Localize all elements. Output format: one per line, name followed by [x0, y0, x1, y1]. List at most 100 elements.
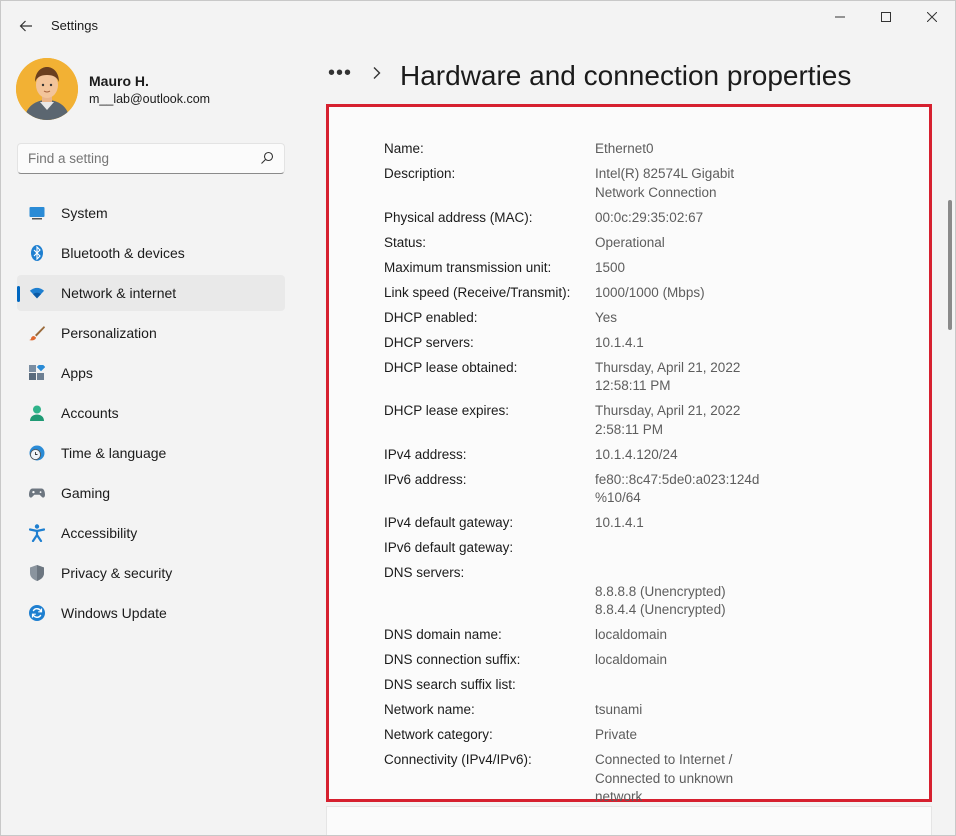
- title-bar: Settings: [0, 0, 956, 48]
- property-value[interactable]: fe80::8c47:5de0:a023:124d %10/64: [595, 471, 765, 508]
- property-label: DNS search suffix list:: [384, 677, 516, 692]
- sidebar-item-label: Apps: [61, 365, 93, 381]
- property-row: DHCP enabled: Yes: [384, 309, 904, 328]
- property-label: IPv4 address:: [384, 446, 467, 462]
- avatar-illustration: [16, 58, 78, 120]
- property-row: Name: Ethernet0: [384, 140, 904, 159]
- search-icon[interactable]: [260, 151, 274, 165]
- property-row: DHCP servers: 10.1.4.1: [384, 334, 904, 353]
- sidebar-item-privacy[interactable]: Privacy & security: [17, 555, 285, 591]
- property-value[interactable]: tsunami: [595, 701, 765, 720]
- property-label: IPv6 default gateway:: [384, 540, 514, 555]
- chevron-right-icon: [373, 67, 381, 79]
- scrollbar-thumb[interactable]: [948, 200, 952, 330]
- accessibility-icon: [29, 524, 45, 542]
- property-label: DNS domain name:: [384, 627, 502, 642]
- sidebar-item-label: Privacy & security: [61, 565, 173, 581]
- search-box[interactable]: [17, 143, 285, 174]
- property-value[interactable]: 10.1.4.1: [595, 334, 765, 353]
- sidebar-item-accounts[interactable]: Accounts: [17, 395, 285, 431]
- property-row: DNS connection suffix: localdomain: [384, 651, 904, 670]
- sidebar-item-label: Personalization: [61, 325, 157, 341]
- page-title: Hardware and connection properties: [400, 60, 852, 91]
- property-value[interactable]: 8.8.8.8 (Unencrypted) 8.8.4.4 (Unencrypt…: [595, 564, 765, 620]
- property-label: Physical address (MAC):: [384, 209, 533, 225]
- property-label: DHCP enabled:: [384, 309, 478, 325]
- clock-globe-icon: [29, 445, 45, 461]
- sidebar-item-label: Time & language: [61, 445, 167, 461]
- property-value[interactable]: 10.1.4.120/24: [595, 446, 765, 465]
- property-row: IPv4 address: 10.1.4.120/24: [384, 446, 904, 465]
- property-value[interactable]: localdomain: [595, 651, 765, 670]
- property-label: DHCP servers:: [384, 334, 474, 350]
- user-profile[interactable]: Mauro H. m__lab@outlook.com: [16, 58, 286, 120]
- back-arrow-icon: [19, 20, 32, 32]
- sidebar-item-personalization[interactable]: Personalization: [17, 315, 285, 351]
- property-row: DNS servers: 8.8.8.8 (Unencrypted) 8.8.4…: [384, 564, 904, 620]
- property-value[interactable]: Intel(R) 82574L Gigabit Network Connecti…: [595, 165, 765, 202]
- close-icon: [927, 12, 937, 22]
- update-icon: [29, 605, 45, 621]
- property-row: IPv6 address: fe80::8c47:5de0:a023:124d %…: [384, 471, 904, 508]
- sidebar-item-label: Accessibility: [61, 525, 138, 541]
- property-value[interactable]: 1500: [595, 259, 765, 278]
- property-label: Network name:: [384, 702, 475, 717]
- property-label: Connectivity (IPv4/IPv6):: [384, 752, 532, 767]
- sidebar-item-windows-update[interactable]: Windows Update: [17, 595, 285, 631]
- back-button[interactable]: [12, 12, 40, 40]
- system-icon: [29, 205, 45, 221]
- property-value[interactable]: Yes: [595, 309, 765, 328]
- maximize-icon: [881, 12, 891, 22]
- close-button[interactable]: [909, 0, 955, 34]
- sidebar-item-label: Windows Update: [61, 605, 167, 621]
- property-value[interactable]: Thursday, April 21, 2022 12:58:11 PM: [595, 359, 765, 396]
- property-row: Description: Intel(R) 82574L Gigabit Netw…: [384, 165, 904, 202]
- app-title: Settings: [51, 18, 98, 33]
- gamepad-icon: [29, 485, 45, 501]
- property-row: Connectivity (IPv4/IPv6): Connected to In…: [384, 751, 904, 807]
- sidebar-item-accessibility[interactable]: Accessibility: [17, 515, 285, 551]
- property-value[interactable]: 10.1.4.1: [595, 514, 765, 533]
- apps-icon: [29, 365, 45, 381]
- property-row: Maximum transmission unit: 1500: [384, 259, 904, 278]
- minimize-icon: [835, 16, 845, 18]
- property-label: DNS servers:: [384, 565, 465, 580]
- search-input[interactable]: [28, 151, 248, 166]
- property-value[interactable]: 1000/1000 (Mbps): [595, 284, 765, 303]
- property-value[interactable]: 00:0c:29:35:02:67: [595, 209, 765, 228]
- property-row: DNS domain name: localdomain: [384, 626, 904, 645]
- sidebar-item-system[interactable]: System: [17, 195, 285, 231]
- property-value[interactable]: Thursday, April 21, 2022 2:58:11 PM: [595, 402, 765, 439]
- minimize-button[interactable]: [817, 0, 863, 34]
- property-value[interactable]: Connected to Internet / Connected to unk…: [595, 751, 765, 807]
- sidebar-item-time-language[interactable]: Time & language: [17, 435, 285, 471]
- sidebar-item-network[interactable]: Network & internet: [17, 275, 285, 311]
- person-icon: [29, 405, 45, 421]
- property-row: Network category: Private: [384, 726, 904, 745]
- property-label: Network category:: [384, 727, 493, 742]
- property-row: DHCP lease expires: Thursday, April 21, 2…: [384, 402, 904, 439]
- property-value[interactable]: [595, 539, 765, 558]
- shield-icon: [29, 565, 45, 581]
- property-row: IPv6 default gateway:: [384, 539, 904, 558]
- property-label: Name:: [384, 141, 424, 156]
- property-label: DHCP lease obtained:: [384, 359, 518, 375]
- property-value[interactable]: Private: [595, 726, 765, 745]
- maximize-button[interactable]: [863, 0, 909, 34]
- property-label: Maximum transmission unit:: [384, 259, 552, 275]
- property-value[interactable]: localdomain: [595, 626, 765, 645]
- property-row: Physical address (MAC): 00:0c:29:35:02:67: [384, 209, 904, 228]
- sidebar-item-bluetooth[interactable]: Bluetooth & devices: [17, 235, 285, 271]
- avatar: [16, 58, 78, 120]
- property-label: DNS connection suffix:: [384, 652, 521, 667]
- sidebar-item-apps[interactable]: Apps: [17, 355, 285, 391]
- property-value[interactable]: [595, 676, 765, 695]
- next-card: [326, 806, 932, 836]
- property-value[interactable]: Operational: [595, 234, 765, 253]
- user-name: Mauro H.: [89, 73, 149, 89]
- breadcrumb-more-button[interactable]: •••: [328, 62, 352, 85]
- property-row: DNS search suffix list:: [384, 676, 904, 695]
- sidebar-item-label: System: [61, 205, 108, 221]
- property-value[interactable]: Ethernet0: [595, 140, 765, 159]
- sidebar-item-gaming[interactable]: Gaming: [17, 475, 285, 511]
